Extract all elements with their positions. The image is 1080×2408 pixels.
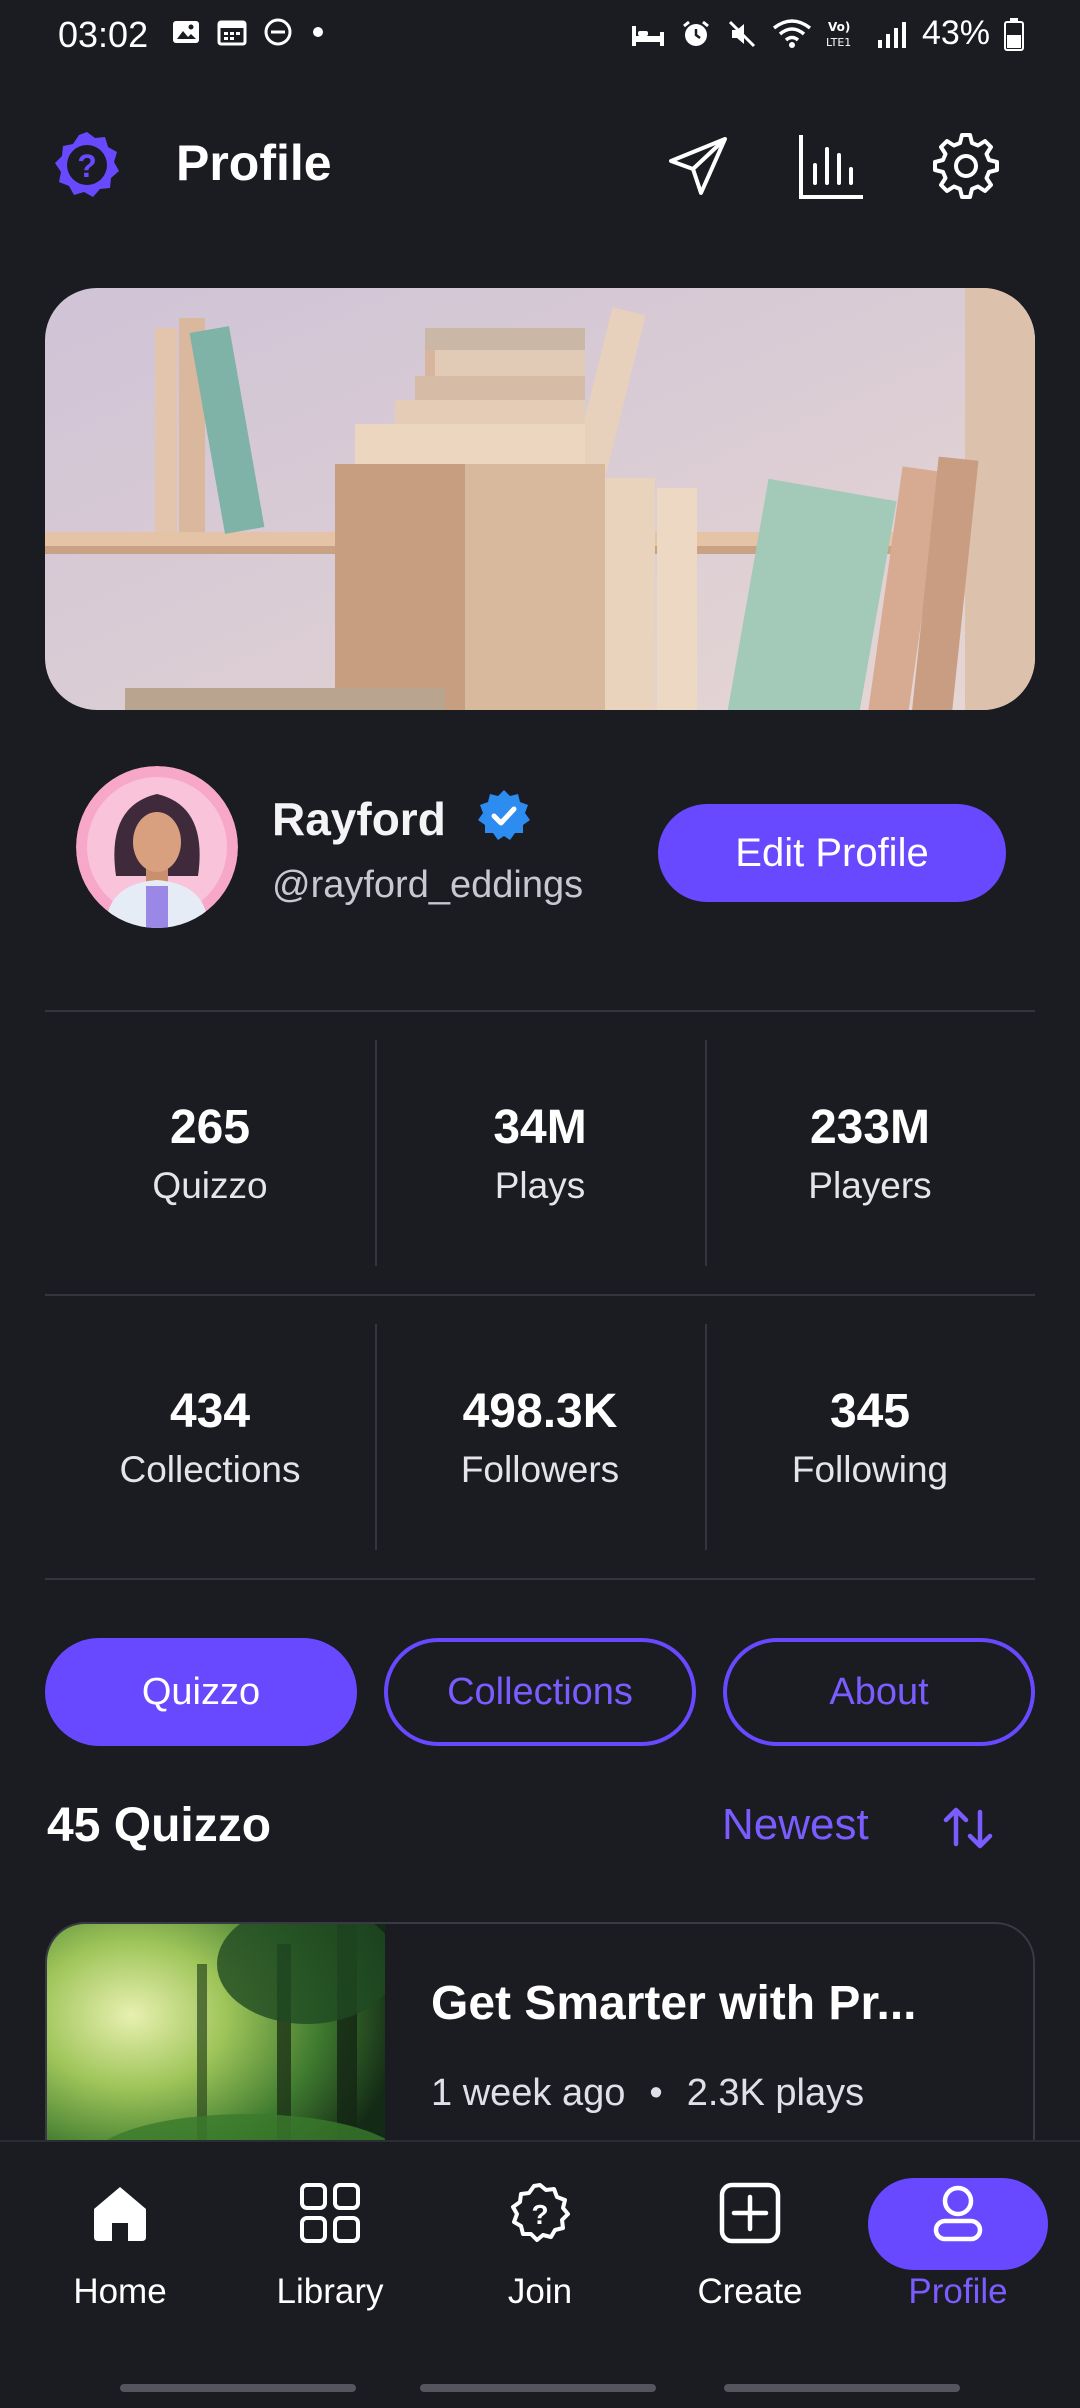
mute-icon [726,18,758,50]
stats-row-2: 434 Collections 498.3K Followers 345 Fol… [45,1324,1035,1550]
stat-value: 498.3K [462,1384,618,1438]
stat-value: 345 [829,1384,911,1438]
plus-square-icon [715,2178,785,2248]
divider [45,1294,1035,1296]
user-icon [923,2178,993,2248]
tab-quizzo[interactable]: Quizzo [45,1638,357,1746]
avatar[interactable] [76,766,238,928]
user-name: Rayford [272,792,446,845]
gesture-bar [724,2384,960,2392]
quiz-plays: 2.3K plays [686,2072,865,2114]
calendar-icon [216,16,248,48]
tab-about[interactable]: About [723,1638,1035,1746]
quiz-count-title: 45 Quizzo [47,1799,272,1852]
nav-create[interactable]: Create [660,2178,840,2312]
nav-profile[interactable]: Profile [868,2178,1048,2312]
battery-icon [1004,17,1024,51]
wifi-icon [772,18,812,50]
stat-value: 265 [169,1100,251,1154]
nav-label: Home [73,2272,167,2311]
sort-arrows-icon[interactable] [940,1800,996,1856]
status-time: 03:02 [58,14,149,55]
stat-label: Followers [460,1448,620,1490]
stat-collections[interactable]: 434 Collections [45,1324,375,1550]
gesture-bar [420,2384,656,2392]
stat-plays[interactable]: 34M Plays [375,1040,705,1266]
divider [45,1578,1035,1580]
stat-label: Players [808,1164,932,1206]
app-header: ? Profile [0,120,1080,210]
profile-banner-image [45,288,1035,710]
stat-label: Following [791,1448,949,1490]
nav-home[interactable]: Home [30,2178,210,2312]
volte-icon: Vo) LTE1 [826,18,862,50]
notification-dot-icon [308,16,328,48]
tab-collections[interactable]: Collections [384,1638,696,1746]
svg-text:LTE1: LTE1 [826,36,851,49]
question-badge-icon: ? [505,2178,575,2248]
page-title: Profile [176,135,332,191]
stat-players[interactable]: 233M Players [705,1040,1035,1266]
stat-following[interactable]: 345 Following [705,1324,1035,1550]
stat-value: 233M [809,1100,931,1154]
svg-text:?: ? [531,2199,548,2230]
quiz-age: 1 week ago [431,2072,626,2114]
send-icon [669,137,727,195]
gesture-bar [120,2384,356,2392]
send-button[interactable] [660,128,736,204]
stat-label: Plays [494,1164,586,1206]
svg-text:Vo): Vo) [828,20,850,34]
separator-dot: • [649,2072,663,2114]
stats-row-1: 265 Quizzo 34M Plays 233M Players [45,1040,1035,1266]
quiz-title: Get Smarter with Pr... [431,1977,917,2030]
stats-button[interactable] [794,128,870,204]
nav-label: Join [507,2272,573,2311]
quiz-logo-icon: ? [50,128,124,202]
do-not-disturb-icon [262,16,294,48]
nav-label: Create [697,2272,803,2311]
sleep-icon [630,18,666,50]
nav-library[interactable]: Library [240,2178,420,2312]
user-handle: @rayford_eddings [272,864,584,906]
sort-dropdown[interactable]: Newest [722,1800,869,1850]
edit-profile-button[interactable]: Edit Profile [658,804,1006,902]
alarm-icon [680,18,712,50]
nav-join[interactable]: ? Join [450,2178,630,2312]
stat-quizzo[interactable]: 265 Quizzo [45,1040,375,1266]
grid-icon [295,2178,365,2248]
nav-label: Library [276,2272,384,2311]
gear-icon [933,133,999,199]
image-icon [170,16,202,48]
status-bar: 03:02 Vo) LTE1 43% [0,0,1080,70]
battery-percent: 43% [921,14,990,52]
divider [45,1010,1035,1012]
settings-button[interactable] [928,128,1004,204]
stat-value: 434 [169,1384,251,1438]
stat-label: Collections [119,1448,301,1490]
svg-text:?: ? [77,148,97,184]
stat-followers[interactable]: 498.3K Followers [375,1324,705,1550]
home-icon [85,2178,155,2248]
stat-value: 34M [493,1100,587,1154]
bar-chart-icon [799,135,863,199]
stat-label: Quizzo [152,1164,268,1206]
bottom-navigation: Home Library ? Join Create Profile [0,2140,1080,2408]
nav-label: Profile [908,2272,1008,2311]
signal-icon [876,18,908,50]
verified-badge-icon [476,788,532,849]
